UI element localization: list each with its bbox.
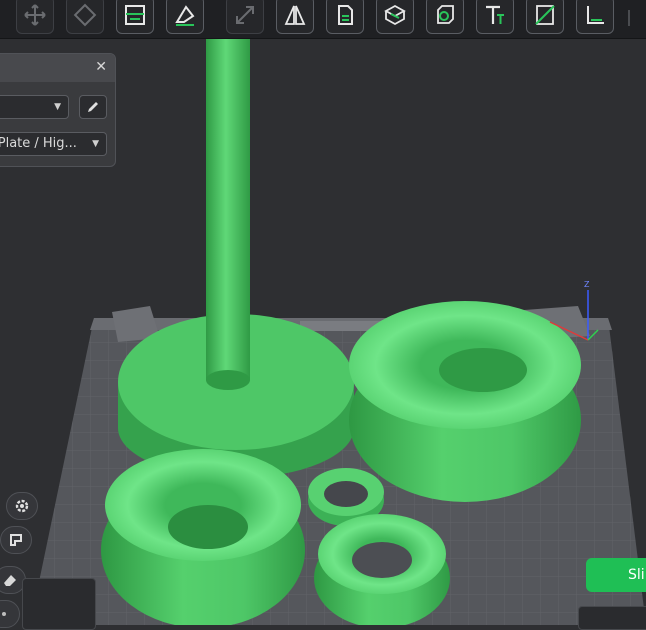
lay-on-face-icon [175,5,195,26]
filament-icon [10,534,22,546]
arrange-tool-button[interactable] [116,0,154,34]
rotate-tool-button[interactable] [66,0,104,34]
chevron-down-icon: ▼ [54,102,61,112]
large-ring-left[interactable] [101,449,305,628]
medium-ring[interactable] [314,514,450,628]
top-toolbar [0,0,646,39]
scale-icon [236,6,254,24]
mirror-tool-button[interactable] [276,0,314,34]
scale-tool-button[interactable] [226,0,264,34]
plate-type-value: l Plate / Hig... [0,136,77,151]
text-emboss-button[interactable] [476,0,514,34]
seam-paint-icon [437,5,454,24]
slice-button[interactable]: Sli [586,558,646,592]
move-tool-button[interactable] [16,0,54,34]
settings-button[interactable] [6,492,38,520]
cut-tool-button[interactable] [526,0,564,34]
printer-settings-panel: ✕ e ▼ l Plate / Hig... ▼ [0,53,116,167]
split-icon [338,5,353,25]
dot-icon [2,612,6,616]
bottom-left-panel [22,578,96,630]
chevron-down-icon: ▼ [92,139,99,149]
cut-icon [535,5,555,25]
large-ring-right[interactable] [349,301,581,502]
support-paint-button[interactable] [376,0,414,34]
support-paint-icon [384,4,406,26]
measure-tool-button[interactable] [576,0,614,34]
z-axis-label: Z [584,280,590,289]
measure-icon [587,6,604,24]
text-emboss-icon [486,5,504,24]
panel-header: ✕ [0,54,115,82]
eraser-icon [4,575,16,586]
pencil-icon [88,102,98,112]
seam-paint-button[interactable] [426,0,464,34]
edit-printer-button[interactable] [79,95,107,119]
lay-on-face-button[interactable] [166,0,204,34]
gear-icon [15,499,29,513]
arrange-icon [125,5,145,25]
rotate-icon [73,3,97,27]
bottom-right-panel [578,606,646,630]
split-tool-button[interactable] [326,0,364,34]
plate-type-select[interactable]: l Plate / Hig... ▼ [0,132,107,156]
toolbar-separator [628,10,630,26]
printer-select[interactable]: e ▼ [0,95,69,119]
close-icon[interactable]: ✕ [95,59,107,75]
spool-pole-model[interactable] [206,2,250,390]
filament-button[interactable] [0,526,32,554]
mirror-icon [284,5,306,25]
move-icon [24,4,46,26]
